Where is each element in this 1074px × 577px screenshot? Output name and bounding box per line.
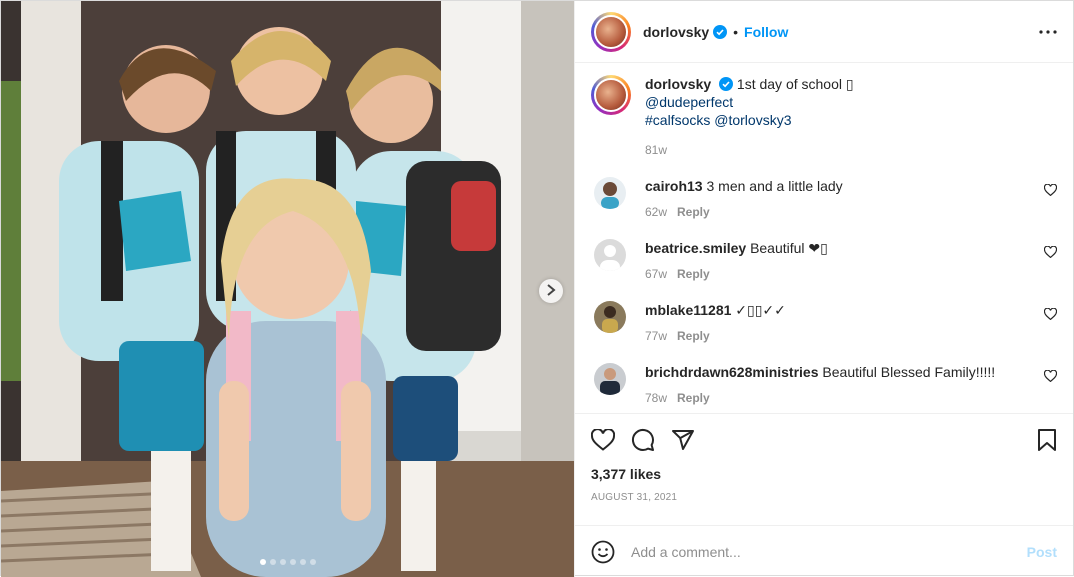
header-separator: • bbox=[733, 23, 739, 40]
more-options-icon[interactable] bbox=[1039, 29, 1057, 34]
like-comment-heart-icon[interactable] bbox=[1043, 183, 1058, 199]
post-photo bbox=[1, 1, 574, 577]
author-avatar[interactable] bbox=[591, 11, 631, 52]
verified-badge-icon bbox=[719, 77, 734, 91]
carousel-dot bbox=[299, 559, 306, 565]
comment-avatar[interactable] bbox=[594, 239, 626, 271]
reply-button[interactable]: Reply bbox=[677, 267, 710, 281]
comment-timestamp[interactable]: 67w bbox=[645, 267, 667, 281]
comment-username[interactable]: cairoh13 bbox=[645, 178, 703, 194]
comment-text: Beautiful ❤▯ bbox=[750, 240, 828, 256]
post-header: dorlovsky • Follow bbox=[575, 1, 1073, 63]
caption-text: 1st day of school ▯ bbox=[736, 76, 854, 92]
caption-timestamp[interactable]: 81w bbox=[645, 141, 854, 159]
comment-text: Beautiful Blessed Family!!!!! bbox=[822, 364, 996, 380]
next-photo-button[interactable] bbox=[539, 279, 563, 303]
comment-avatar[interactable] bbox=[594, 363, 626, 395]
comment-avatar[interactable] bbox=[594, 177, 626, 209]
caption-avatar[interactable] bbox=[591, 75, 631, 115]
comment-item: cairoh13 3 men and a little lady 62w Repl… bbox=[591, 177, 1058, 221]
bookmark-icon[interactable] bbox=[1037, 429, 1057, 451]
comment-item: beatrice.smiley Beautiful ❤▯ 67w Reply bbox=[591, 239, 1058, 283]
carousel-indicator bbox=[1, 559, 574, 565]
comment-item: brichdrdawn628ministries Beautiful Bless… bbox=[591, 363, 1058, 407]
carousel-dot bbox=[259, 559, 266, 565]
reply-button[interactable]: Reply bbox=[677, 391, 710, 405]
post-dialog: dorlovsky • Follow dorlovsky 1st day of … bbox=[0, 0, 1074, 577]
comment-username[interactable]: beatrice.smiley bbox=[645, 240, 746, 256]
emoji-icon[interactable] bbox=[591, 540, 615, 564]
carousel-dot bbox=[269, 559, 276, 565]
comment-avatar[interactable] bbox=[594, 301, 626, 333]
caption-username[interactable]: dorlovsky bbox=[645, 76, 711, 92]
comment-username[interactable]: brichdrdawn628ministries bbox=[645, 364, 819, 380]
post-media[interactable] bbox=[1, 1, 574, 577]
comment-text: 3 men and a little lady bbox=[706, 178, 843, 194]
carousel-dot bbox=[289, 559, 296, 565]
share-icon[interactable] bbox=[671, 428, 695, 452]
comment-timestamp[interactable]: 78w bbox=[645, 391, 667, 405]
comment-item: mblake11281 ✓▯▯✓✓ 77w Reply bbox=[591, 301, 1058, 345]
caption-mention-link[interactable]: @torlovsky3 bbox=[714, 112, 791, 128]
like-comment-heart-icon[interactable] bbox=[1043, 245, 1058, 261]
comment-text: ✓▯▯✓✓ bbox=[735, 302, 786, 318]
post-actions: 3,377 likes August 31, 2021 bbox=[575, 413, 1073, 525]
post-side-panel: dorlovsky • Follow dorlovsky 1st day of … bbox=[574, 1, 1073, 577]
post-caption: dorlovsky 1st day of school ▯ @dudeperfe… bbox=[591, 75, 1057, 159]
comment-username[interactable]: mblake11281 bbox=[645, 302, 731, 318]
like-comment-heart-icon[interactable] bbox=[1043, 369, 1058, 385]
carousel-dot bbox=[279, 559, 286, 565]
comment-icon[interactable] bbox=[631, 428, 655, 452]
carousel-dot bbox=[309, 559, 316, 565]
heart-icon[interactable] bbox=[591, 429, 615, 451]
caption-mention-link[interactable]: @dudeperfect bbox=[645, 94, 733, 110]
comment-timestamp[interactable]: 77w bbox=[645, 329, 667, 343]
post-comment-button[interactable]: Post bbox=[1027, 544, 1057, 560]
comment-input[interactable] bbox=[631, 543, 1027, 560]
reply-button[interactable]: Reply bbox=[677, 205, 710, 219]
caption-hashtag-link[interactable]: #calfsocks bbox=[645, 112, 710, 128]
follow-button[interactable]: Follow bbox=[744, 24, 788, 40]
reply-button[interactable]: Reply bbox=[677, 329, 710, 343]
add-comment-bar: Post bbox=[575, 525, 1073, 577]
chevron-right-icon bbox=[546, 283, 556, 299]
author-username[interactable]: dorlovsky bbox=[643, 24, 709, 40]
comments-list[interactable]: dorlovsky 1st day of school ▯ @dudeperfe… bbox=[575, 63, 1073, 413]
likes-count[interactable]: 3,377 likes bbox=[591, 466, 1057, 482]
verified-badge-icon bbox=[713, 24, 728, 39]
post-date[interactable]: August 31, 2021 bbox=[591, 492, 1057, 503]
like-comment-heart-icon[interactable] bbox=[1043, 307, 1058, 323]
comment-timestamp[interactable]: 62w bbox=[645, 205, 667, 219]
